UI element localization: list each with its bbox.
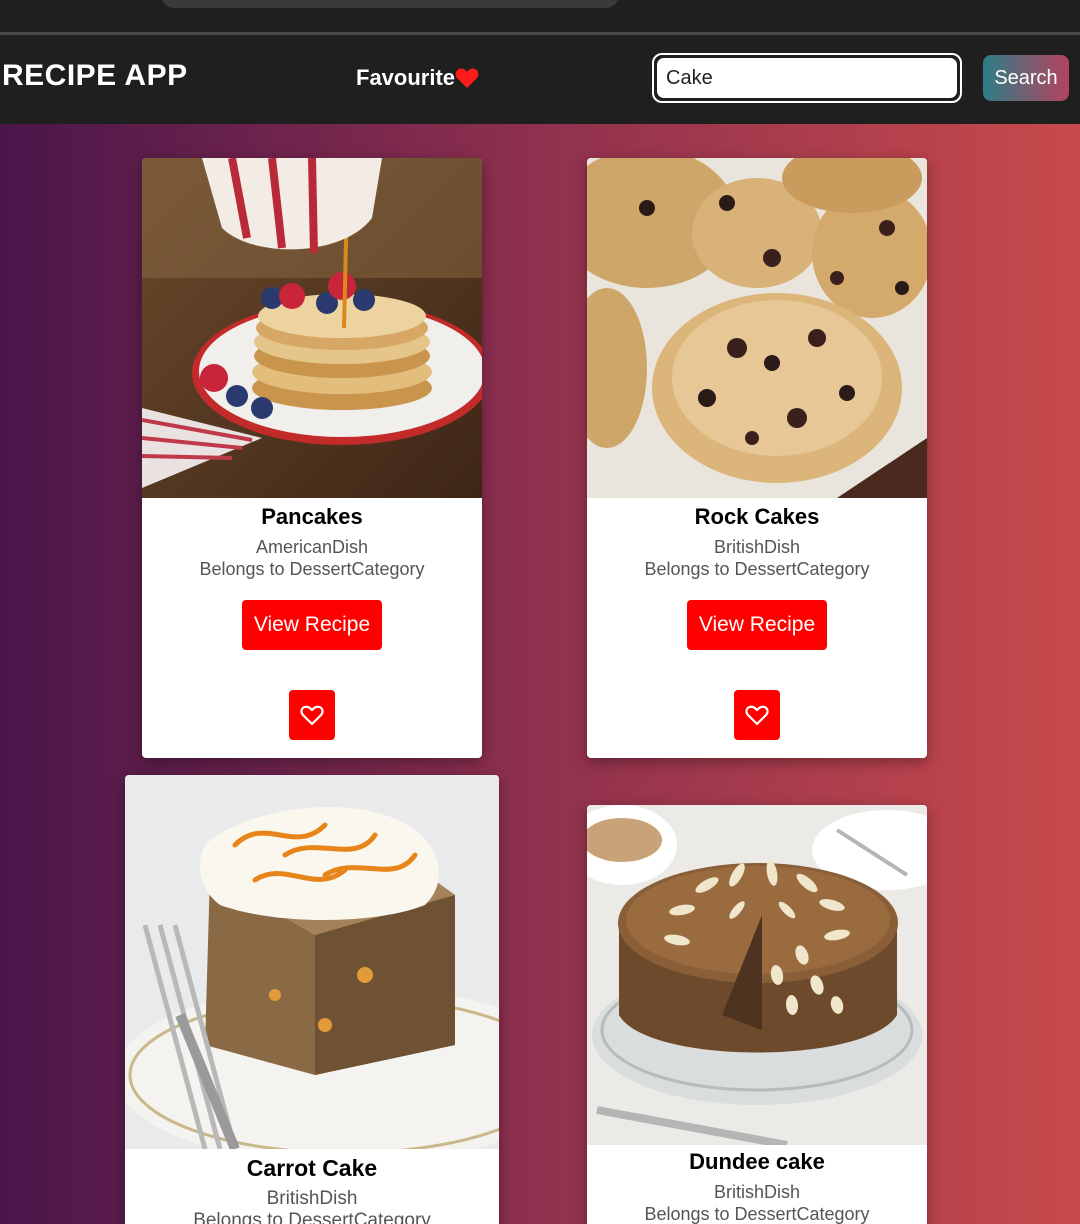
recipe-area: BritishDish [713,1182,801,1202]
heart-outline-icon [745,705,769,726]
recipe-image [587,805,927,1145]
browser-top-strip [0,0,1080,32]
add-favourite-button[interactable] [734,690,780,740]
search-field-wrapper [652,53,962,103]
recipe-card: Pancakes AmericanDish Belongs to Dessert… [142,158,482,758]
browser-address-bar[interactable] [160,0,620,8]
recipe-grid: Pancakes AmericanDish Belongs to Dessert… [0,124,1080,1224]
recipe-area: AmericanDish [255,537,369,557]
recipe-card: Carrot Cake BritishDish Belongs to Desse… [125,775,499,1224]
app-brand[interactable]: RECIPE APP [2,59,188,93]
recipe-category: Belongs to DessertCategory [644,559,870,579]
recipe-title: Rock Cakes [694,504,820,529]
recipe-area: BritishDish [713,537,801,557]
search-button[interactable]: Search [983,55,1069,101]
recipe-image [125,775,499,1149]
heart-icon [455,68,479,88]
view-recipe-button[interactable]: View Recipe [241,600,383,650]
recipe-title: Pancakes [261,504,363,529]
recipe-category: Belongs to DessertCategory [199,559,425,579]
favourite-link[interactable]: Favourite [356,65,479,91]
recipe-category: Belongs to DessertCategory [644,1204,870,1224]
heart-outline-icon [300,705,324,726]
navbar: RECIPE APP Favourite Search [0,35,1080,124]
add-favourite-button[interactable] [289,690,335,740]
recipe-title: Dundee cake [689,1149,825,1174]
recipe-area: BritishDish [266,1188,358,1209]
recipe-card: Dundee cake BritishDish Belongs to Desse… [587,805,927,1224]
search-input[interactable] [657,58,957,98]
recipe-image [587,158,927,498]
favourite-label: Favourite [356,65,456,90]
recipe-image [142,158,482,498]
view-recipe-button[interactable]: View Recipe [686,600,828,650]
recipe-category: Belongs to DessertCategory [193,1210,431,1224]
recipe-card: Rock Cakes BritishDish Belongs to Desser… [587,158,927,758]
recipe-title: Carrot Cake [246,1155,378,1181]
